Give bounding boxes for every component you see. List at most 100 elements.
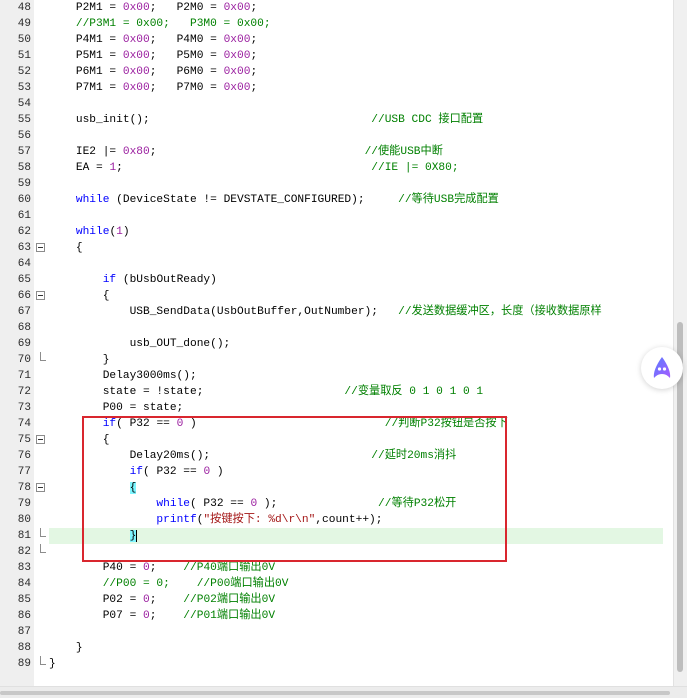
code-content[interactable]: USB_SendData(UsbOutBuffer,OutNumber); //…: [49, 304, 602, 320]
fold-end-marker-icon: [40, 528, 46, 537]
fold-end-marker-icon: [40, 656, 46, 665]
horizontal-scrollbar[interactable]: [0, 686, 687, 698]
code-keyword: while: [75, 194, 110, 206]
line-number: 65: [17, 274, 31, 286]
assistant-button[interactable]: [641, 347, 683, 389]
code-editor[interactable]: 48 P2M1 = 0x00; P2M0 = 0x00; 49 //P3M1 = …: [0, 0, 673, 686]
code-content[interactable]: }: [49, 656, 56, 672]
code-line[interactable]: 87: [0, 624, 673, 640]
code-content[interactable]: P6M1 = 0x00; P6M0 = 0x00;: [49, 64, 257, 80]
code-line[interactable]: 65 if (bUsbOutReady): [0, 272, 673, 288]
code-content[interactable]: P07 = 0; //P01端口输出0V: [49, 608, 275, 624]
code-text: ;: [149, 146, 365, 158]
code-line[interactable]: 54: [0, 96, 673, 112]
line-number: 49: [17, 18, 31, 30]
line-number: 51: [17, 50, 31, 62]
code-line[interactable]: 63 {: [0, 240, 673, 256]
code-line[interactable]: 72 state = !state; //变量取反 0 1 0 1 0 1: [0, 384, 673, 400]
code-content[interactable]: while (DeviceState != DEVSTATE_CONFIGURE…: [49, 192, 499, 208]
code-line[interactable]: 69 usb_OUT_done();: [0, 336, 673, 352]
fold-collapse-icon[interactable]: [36, 243, 45, 252]
code-line[interactable]: 68: [0, 320, 673, 336]
assistant-logo-icon: [653, 357, 671, 378]
code-content[interactable]: {: [49, 288, 110, 304]
code-content[interactable]: P7M1 = 0x00; P7M0 = 0x00;: [49, 80, 257, 96]
code-line[interactable]: 70 }: [0, 352, 673, 368]
code-text: usb_init();: [49, 114, 372, 126]
code-line[interactable]: 88 }: [0, 640, 673, 656]
code-text: ;: [149, 562, 184, 574]
code-content[interactable]: {: [49, 240, 83, 256]
horizontal-scroll-thumb[interactable]: [0, 691, 670, 695]
code-content[interactable]: usb_OUT_done();: [49, 336, 231, 352]
code-comment: //等待USB完成配置: [398, 194, 499, 206]
code-content[interactable]: P4M1 = 0x00; P4M0 = 0x00;: [49, 32, 257, 48]
code-line[interactable]: 66 {: [0, 288, 673, 304]
code-line[interactable]: 58 EA = 1; //IE |= 0X80;: [0, 160, 673, 176]
code-text: EA =: [49, 162, 110, 174]
code-line[interactable]: 50 P4M1 = 0x00; P4M0 = 0x00;: [0, 32, 673, 48]
code-line[interactable]: 53 P7M1 = 0x00; P7M0 = 0x00;: [0, 80, 673, 96]
code-line[interactable]: 51 P5M1 = 0x00; P5M0 = 0x00;: [0, 48, 673, 64]
code-line[interactable]: 60 while (DeviceState != DEVSTATE_CONFIG…: [0, 192, 673, 208]
code-text: P02 =: [49, 594, 143, 606]
line-number: 72: [17, 386, 31, 398]
code-content[interactable]: }: [49, 640, 83, 656]
code-content[interactable]: //P3M1 = 0x00; P3M0 = 0x00;: [49, 16, 271, 32]
code-line[interactable]: 73 P00 = state;: [0, 400, 673, 416]
code-text: USB_SendData(UsbOutBuffer,OutNumber);: [49, 306, 399, 318]
code-text: ;: [149, 610, 184, 622]
code-content[interactable]: //P00 = 0; //P00端口输出0V: [49, 576, 289, 592]
fold-collapse-icon[interactable]: [36, 291, 45, 300]
code-content[interactable]: usb_init(); //USB CDC 接口配置: [49, 112, 483, 128]
line-number: 64: [17, 258, 31, 270]
code-content[interactable]: P2M1 = 0x00; P2M0 = 0x00;: [49, 0, 257, 16]
code-line[interactable]: 59: [0, 176, 673, 192]
code-line[interactable]: 83 P40 = 0; //P40端口输出0V: [0, 560, 673, 576]
code-content[interactable]: Delay3000ms();: [49, 368, 197, 384]
code-content[interactable]: IE2 |= 0x80; //使能USB中断: [49, 144, 443, 160]
line-number: 59: [17, 178, 31, 190]
code-line[interactable]: 55 usb_init(); //USB CDC 接口配置: [0, 112, 673, 128]
code-text: ;: [116, 162, 372, 174]
fold-collapse-icon[interactable]: [36, 483, 45, 492]
code-line[interactable]: 49 //P3M1 = 0x00; P3M0 = 0x00;: [0, 16, 673, 32]
line-number: 54: [17, 98, 31, 110]
line-number: 48: [17, 2, 31, 14]
code-text: ;: [250, 82, 258, 94]
code-line[interactable]: 62 while(1): [0, 224, 673, 240]
code-line[interactable]: 64: [0, 256, 673, 272]
code-text: ; P7M0 =: [149, 82, 224, 94]
code-number: 0x00: [223, 66, 251, 78]
vertical-scrollbar[interactable]: [673, 0, 687, 686]
code-content[interactable]: P40 = 0; //P40端口输出0V: [49, 560, 275, 576]
code-content[interactable]: P5M1 = 0x00; P5M0 = 0x00;: [49, 48, 257, 64]
fold-collapse-icon[interactable]: [36, 435, 45, 444]
code-content[interactable]: if (bUsbOutReady): [49, 272, 217, 288]
code-line[interactable]: 56: [0, 128, 673, 144]
code-line[interactable]: 85 P02 = 0; //P02端口输出0V: [0, 592, 673, 608]
code-comment: //P01端口输出0V: [183, 610, 276, 622]
line-number: 74: [17, 418, 31, 430]
code-line[interactable]: 52 P6M1 = 0x00; P6M0 = 0x00;: [0, 64, 673, 80]
code-content[interactable]: EA = 1; //IE |= 0X80;: [49, 160, 459, 176]
code-line[interactable]: 67 USB_SendData(UsbOutBuffer,OutNumber);…: [0, 304, 673, 320]
line-number: 77: [17, 466, 31, 478]
code-line[interactable]: 57 IE2 |= 0x80; //使能USB中断: [0, 144, 673, 160]
code-content[interactable]: while(1): [49, 224, 130, 240]
code-keyword: if: [102, 274, 117, 286]
code-content[interactable]: P00 = state;: [49, 400, 184, 416]
line-number: 89: [17, 658, 31, 670]
line-number: 69: [17, 338, 31, 350]
code-line[interactable]: 61: [0, 208, 673, 224]
code-line[interactable]: 86 P07 = 0; //P01端口输出0V: [0, 608, 673, 624]
code-content[interactable]: P02 = 0; //P02端口输出0V: [49, 592, 275, 608]
code-line[interactable]: 48 P2M1 = 0x00; P2M0 = 0x00;: [0, 0, 673, 16]
code-line[interactable]: 84 //P00 = 0; //P00端口输出0V: [0, 576, 673, 592]
code-line[interactable]: 71 Delay3000ms();: [0, 368, 673, 384]
code-content[interactable]: }: [49, 352, 110, 368]
code-line[interactable]: 89}: [0, 656, 673, 672]
code-content[interactable]: state = !state; //变量取反 0 1 0 1 0 1: [49, 384, 483, 400]
